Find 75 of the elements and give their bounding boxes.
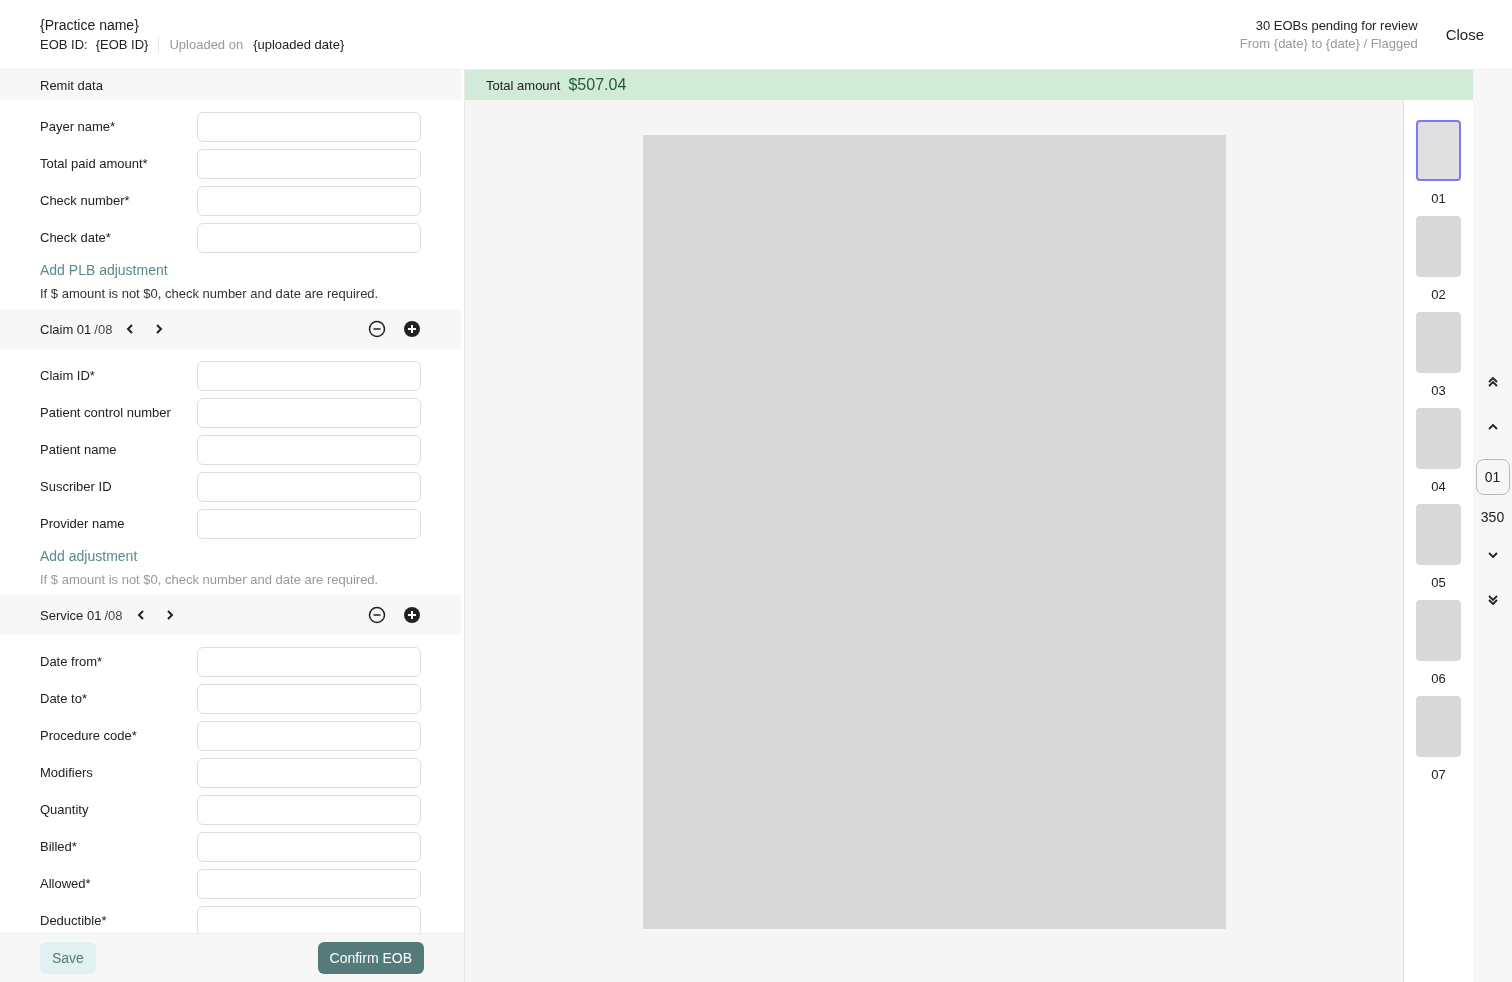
field-label: Date to* (40, 691, 87, 706)
input-field[interactable] (197, 111, 421, 142)
field-label: Allowed* (40, 876, 91, 891)
input-field[interactable] (197, 794, 421, 825)
field-label: Billed* (40, 839, 77, 854)
page-number: 01 (1431, 190, 1446, 208)
field-label: Suscriber ID (40, 479, 112, 494)
field-label: Payer name* (40, 119, 116, 134)
field-label: Provider name (40, 516, 125, 531)
input-field[interactable] (197, 397, 421, 428)
page-number: 05 (1431, 574, 1446, 592)
section-title: Service 01 (40, 607, 102, 623)
input-field[interactable] (197, 831, 421, 862)
helper-text: If $ amount is not $0, check number and date are required. (40, 572, 380, 587)
field-label: Date from* (40, 654, 103, 669)
total-value: $507.04 (568, 76, 627, 94)
confirm-button[interactable]: Confirm EOB (317, 942, 424, 974)
section-title: Remit data (40, 77, 103, 93)
input-field[interactable] (197, 683, 421, 714)
input-field[interactable] (197, 222, 421, 253)
section-count: /08 (104, 607, 123, 623)
field-label: Total paid amount* (40, 156, 148, 171)
page-thumbnail[interactable] (1416, 408, 1461, 469)
pending-count: 30 EOBs pending for review (1254, 16, 1418, 35)
page-number: 02 (1431, 286, 1446, 304)
section-title: Claim 01 (40, 321, 92, 337)
save-button[interactable]: Save (40, 942, 96, 974)
helper-text: If $ amount is not $0, check number and date are required. (40, 286, 380, 301)
uploaded-date: {uploaded date} (253, 37, 345, 52)
eob-id-label: EOB ID: (40, 37, 88, 52)
total-label: Total amount (486, 77, 561, 93)
add-adjustment-link[interactable]: Add PLB adjustment (40, 262, 421, 278)
add-adjustment-link[interactable]: Add adjustment (40, 548, 421, 564)
field-label: Patient name (40, 442, 117, 457)
field-label: Patient control number (40, 405, 171, 420)
remove-icon[interactable] (368, 320, 386, 338)
input-field[interactable] (197, 720, 421, 751)
input-field[interactable] (197, 646, 421, 677)
input-field[interactable] (197, 868, 421, 899)
input-field[interactable] (197, 148, 421, 179)
page-total: 350 (1480, 509, 1505, 525)
field-label: Claim ID* (40, 368, 95, 383)
input-field[interactable] (197, 434, 421, 465)
section-count: /08 (94, 321, 113, 337)
page-thumbnail[interactable] (1416, 312, 1461, 373)
page-number-field[interactable]: 01 (1475, 459, 1510, 495)
eob-id: {EOB ID} (95, 37, 149, 52)
page-thumbnail[interactable] (1416, 216, 1461, 277)
field-label: Quantity (40, 802, 89, 817)
page-thumbnail[interactable] (1416, 120, 1461, 181)
field-label: Deductible* (40, 913, 107, 928)
page-number: 07 (1431, 766, 1446, 784)
input-field[interactable] (197, 508, 421, 539)
page-number: 03 (1431, 382, 1446, 400)
field-label: Check date* (40, 230, 111, 245)
input-field[interactable] (197, 471, 421, 502)
page-thumbnail[interactable] (1416, 504, 1461, 565)
field-label: Procedure code* (40, 728, 137, 743)
page-number: 06 (1431, 670, 1446, 688)
remove-icon[interactable] (368, 606, 386, 624)
date-range: From {date} to {date} / Flagged (1239, 34, 1418, 53)
add-icon[interactable] (403, 606, 421, 624)
page-thumbnail[interactable] (1416, 600, 1461, 661)
page-number: 04 (1431, 478, 1446, 496)
field-label: Modifiers (40, 765, 93, 780)
add-icon[interactable] (403, 320, 421, 338)
practice-name: {Practice name} (40, 16, 140, 33)
input-field[interactable] (197, 360, 421, 391)
uploaded-label: Uploaded on (169, 37, 244, 52)
close-button[interactable]: Close (1441, 22, 1488, 47)
input-field[interactable] (197, 185, 421, 216)
input-field[interactable] (197, 905, 421, 933)
input-field[interactable] (197, 757, 421, 788)
page-thumbnail[interactable] (1416, 696, 1461, 757)
field-label: Check number* (40, 193, 130, 208)
